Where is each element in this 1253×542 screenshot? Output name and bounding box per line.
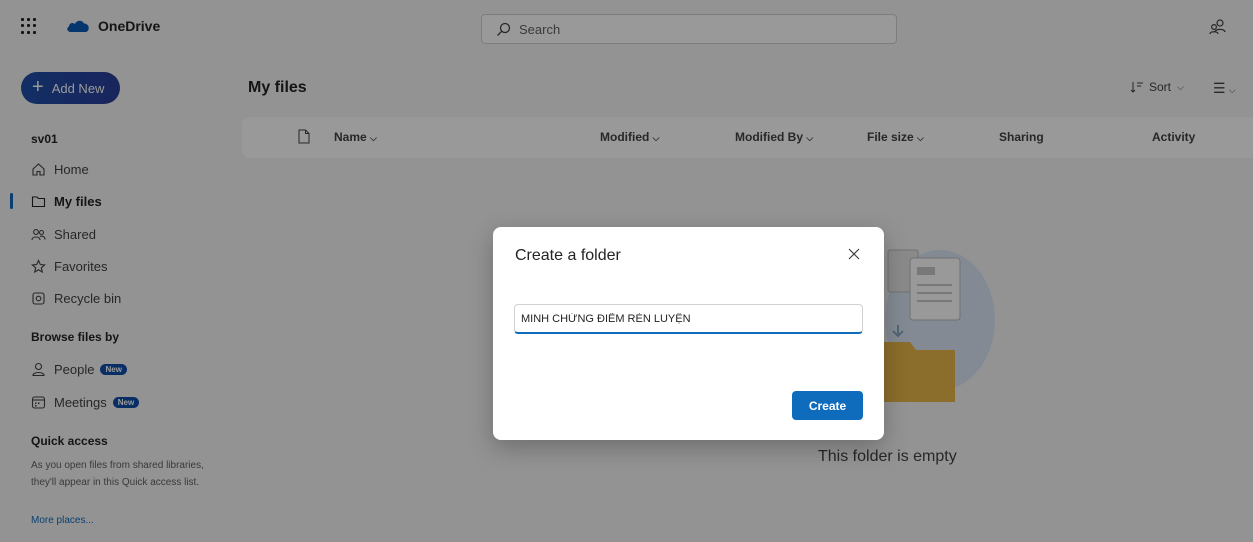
create-button[interactable]: Create xyxy=(792,391,863,420)
folder-name-input[interactable] xyxy=(514,304,863,334)
close-icon[interactable] xyxy=(847,247,861,261)
dialog-title: Create a folder xyxy=(515,247,621,264)
create-folder-dialog: Create a folder Create xyxy=(493,227,884,440)
